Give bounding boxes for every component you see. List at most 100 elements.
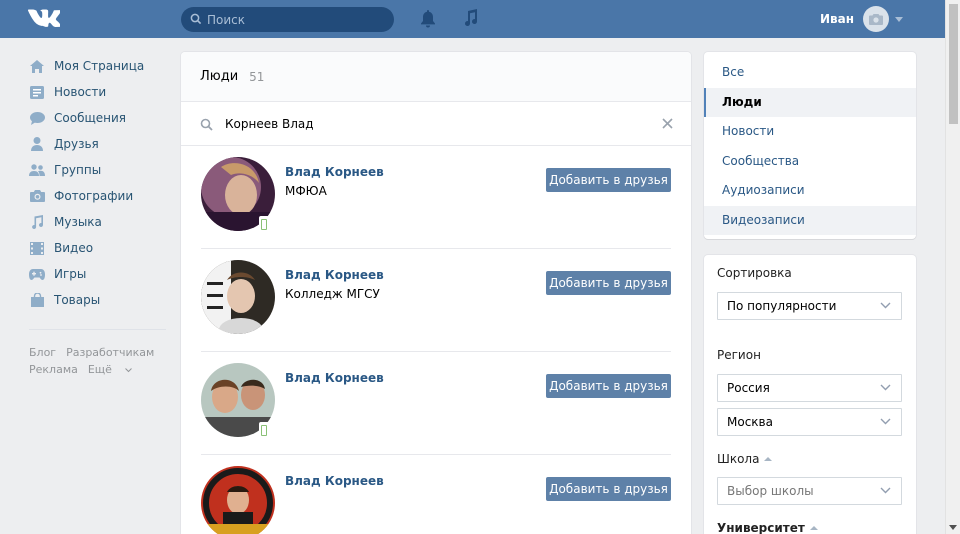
sidebar-footer-links: Блог Разработчикам Реклама Ещё (29, 344, 169, 378)
sidebar-item-label: Товары (54, 293, 101, 307)
chevron-down-icon (880, 418, 891, 425)
person-avatar[interactable] (201, 466, 275, 534)
top-header: Иван (0, 0, 945, 38)
add-friend-button[interactable]: Добавить в друзья (546, 168, 671, 192)
sidebar-item-music[interactable]: Музыка (29, 209, 169, 235)
collapse-arrow-icon (764, 457, 773, 461)
section-tab-video[interactable]: Видеозаписи (704, 205, 916, 235)
footer-link-developers[interactable]: Разработчикам (66, 346, 154, 359)
sidebar-item-label: Сообщения (54, 111, 127, 125)
chevron-down-icon (880, 487, 891, 494)
home-icon (29, 58, 45, 74)
footer-link-ads[interactable]: Реклама (29, 363, 78, 376)
user-menu[interactable]: Иван (820, 6, 904, 32)
sidebar-item-label: Музыка (54, 215, 102, 229)
sidebar-item-label: Игры (54, 267, 87, 281)
header-search-input[interactable] (207, 7, 387, 32)
sidebar-divider (29, 329, 166, 330)
person-row: Влад Корнеев Колледж МГСУ Добавить в дру… (201, 249, 671, 352)
sort-select-value: По популярности (727, 299, 837, 313)
person-row: Влад Корнеев МФЮА Добавить в друзья (201, 146, 671, 249)
person-avatar[interactable] (201, 260, 275, 334)
vk-logo-icon[interactable] (28, 9, 60, 29)
section-tab-people[interactable]: Люди (704, 87, 916, 117)
sidebar-item-label: Моя Страница (54, 59, 145, 73)
person-name[interactable]: Влад Корнеев (285, 371, 384, 385)
section-tab-communities[interactable]: Сообщества (704, 147, 916, 177)
sidebar-item-messages[interactable]: Сообщения (29, 105, 169, 131)
page-scrollbar[interactable] (945, 0, 960, 534)
friends-icon (29, 136, 45, 152)
mobile-online-icon (259, 422, 269, 438)
gamepad-icon (29, 266, 45, 282)
bag-icon (29, 292, 45, 308)
panel-header: Люди 51 (181, 52, 691, 102)
people-search-panel: Люди 51 Влад Корнеев МФЮА Добавить в дру… (181, 52, 691, 534)
sidebar-item-photos[interactable]: Фотографии (29, 183, 169, 209)
school-label-text: Школа (717, 452, 760, 466)
user-avatar (863, 6, 890, 32)
footer-more-label: Ещё (87, 363, 112, 376)
person-name[interactable]: Влад Корнеев (285, 165, 384, 179)
chevron-down-icon (880, 384, 891, 391)
sidebar-item-label: Группы (54, 163, 102, 177)
sidebar-item-my-page[interactable]: Моя Страница (29, 53, 169, 79)
add-friend-button[interactable]: Добавить в друзья (546, 271, 671, 295)
sidebar-item-friends[interactable]: Друзья (29, 131, 169, 157)
people-search-input[interactable] (225, 112, 625, 136)
add-friend-button[interactable]: Добавить в друзья (546, 477, 671, 501)
country-select-value: Россия (727, 381, 770, 395)
school-select-placeholder: Выбор школы (727, 484, 814, 498)
sidebar-item-news[interactable]: Новости (29, 79, 169, 105)
news-icon (29, 84, 45, 100)
sidebar-item-label: Новости (54, 85, 107, 99)
people-search-bar[interactable] (181, 102, 691, 146)
school-select[interactable]: Выбор школы (717, 477, 902, 505)
section-tab-audio[interactable]: Аудиозаписи (704, 176, 916, 206)
sort-select[interactable]: По популярности (717, 292, 902, 320)
city-select-value: Москва (727, 415, 773, 429)
groups-icon (29, 162, 45, 178)
scrollbar-thumb[interactable] (949, 4, 958, 124)
scroll-down-arrow-icon[interactable] (949, 525, 957, 530)
person-row: Влад Корнеев Добавить в друзья (201, 352, 671, 455)
section-tab-all[interactable]: Все (704, 58, 916, 88)
sidebar-item-label: Фотографии (54, 189, 134, 203)
left-sidebar: Моя Страница Новости Сообщения Друзья Гр… (29, 53, 169, 378)
header-search[interactable] (181, 7, 394, 32)
country-select[interactable]: Россия (717, 374, 902, 402)
video-icon (29, 240, 45, 256)
bell-icon[interactable] (420, 10, 436, 28)
city-select[interactable]: Москва (717, 408, 902, 436)
sidebar-item-video[interactable]: Видео (29, 235, 169, 261)
footer-link-blog[interactable]: Блог (29, 346, 56, 359)
sidebar-item-market[interactable]: Товары (29, 287, 169, 313)
add-friend-button[interactable]: Добавить в друзья (546, 374, 671, 398)
person-info: Колледж МГСУ (285, 287, 380, 301)
close-icon[interactable] (662, 118, 673, 129)
search-icon (190, 13, 202, 25)
person-info: МФЮА (285, 184, 327, 198)
camera-placeholder-icon (869, 13, 884, 25)
sidebar-item-games[interactable]: Игры (29, 261, 169, 287)
chevron-down-icon (125, 368, 133, 373)
music-note-icon[interactable] (463, 9, 479, 27)
results-count: 51 (249, 69, 265, 84)
person-name[interactable]: Влад Корнеев (285, 474, 384, 488)
sidebar-item-label: Друзья (54, 137, 99, 151)
music-icon (29, 214, 45, 230)
sidebar-item-label: Видео (54, 241, 94, 255)
person-name[interactable]: Влад Корнеев (285, 268, 384, 282)
sort-label: Сортировка (717, 266, 792, 280)
mobile-online-icon (259, 216, 269, 232)
chevron-down-icon (895, 16, 904, 22)
page-title: Люди (200, 69, 239, 84)
sidebar-item-groups[interactable]: Группы (29, 157, 169, 183)
school-label[interactable]: Школа (717, 452, 773, 466)
collapse-arrow-icon (809, 526, 818, 530)
region-label: Регион (717, 348, 761, 362)
university-label[interactable]: Университет (717, 521, 818, 534)
section-tab-news[interactable]: Новости (704, 117, 916, 147)
footer-link-more[interactable]: Ещё (88, 363, 133, 376)
search-section-menu: Все Люди Новости Сообщества Аудиозаписи … (704, 52, 916, 239)
